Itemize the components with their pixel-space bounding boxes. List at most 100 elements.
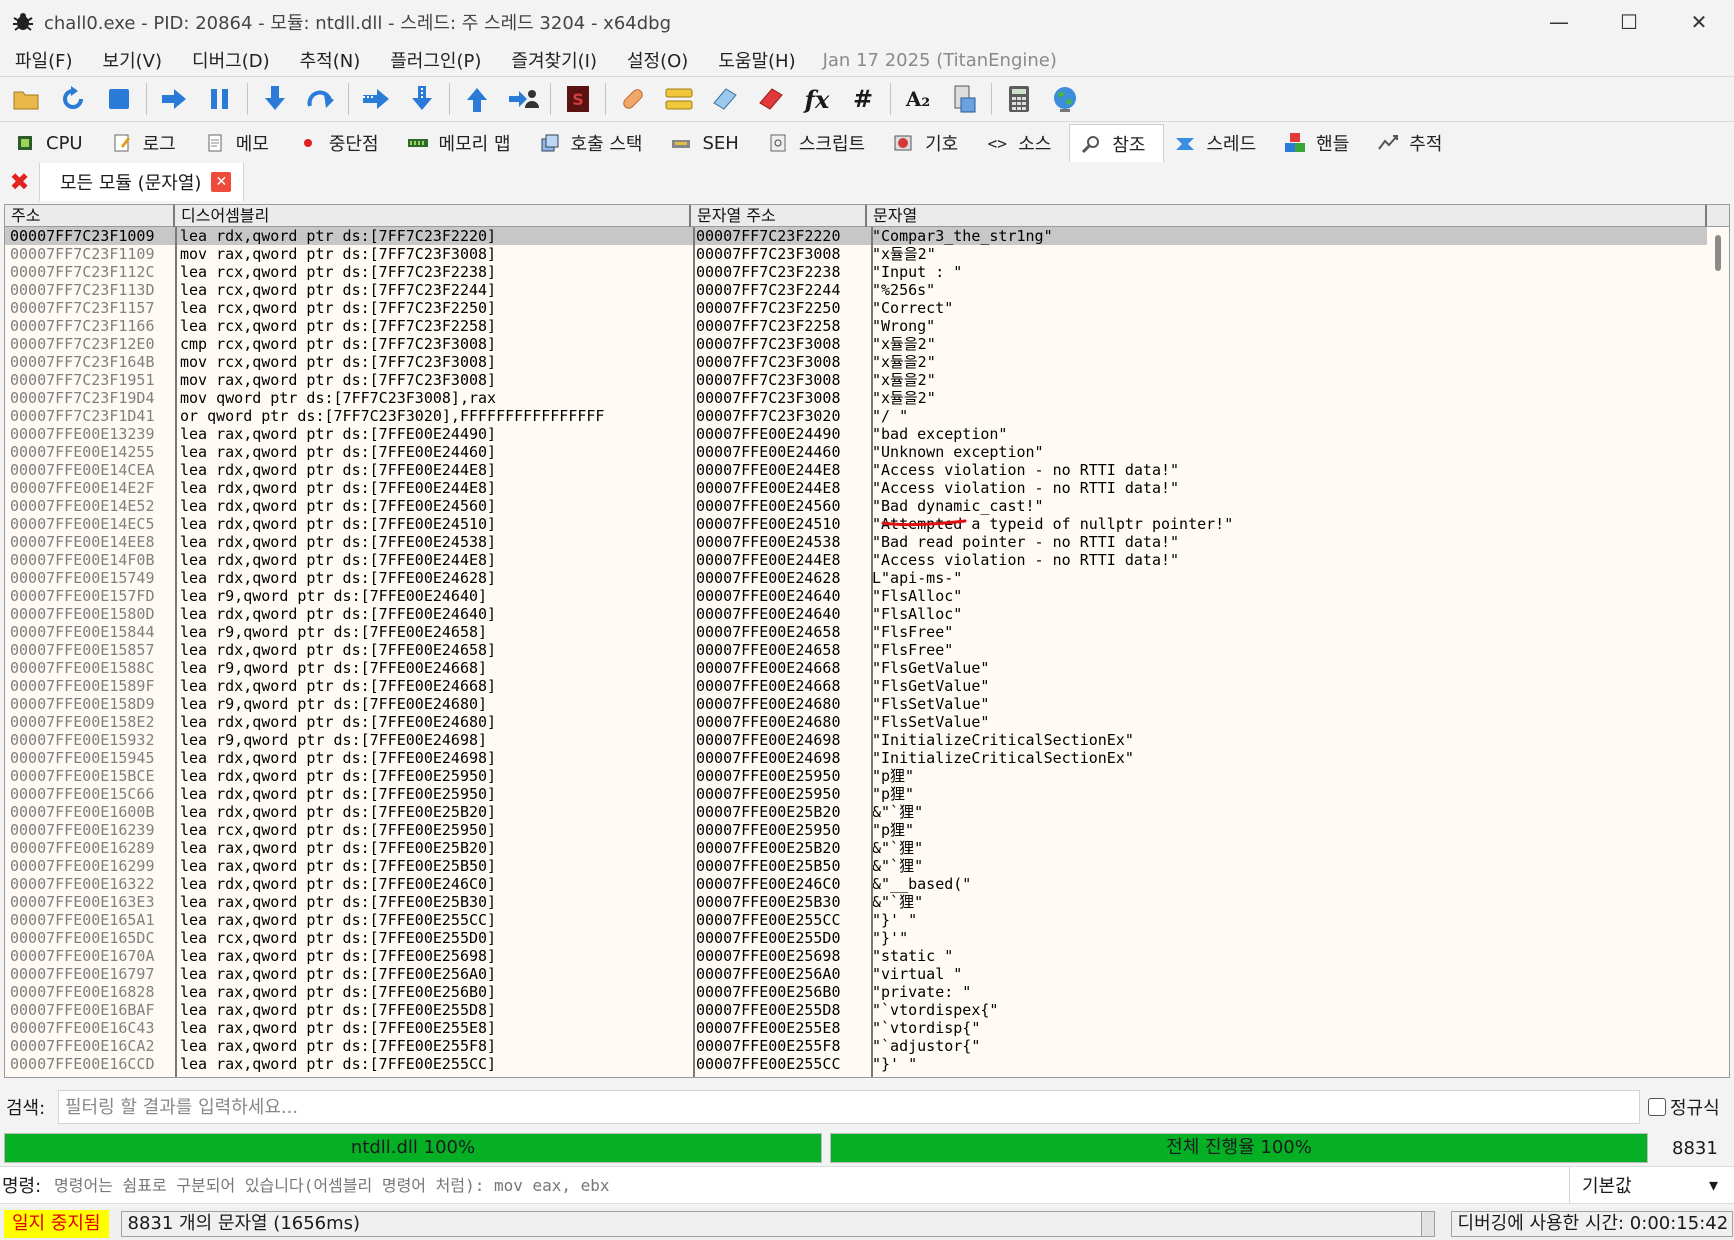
checkbox-box[interactable] xyxy=(1648,1098,1666,1116)
run-to-user-icon[interactable] xyxy=(503,79,543,119)
close-all-icon[interactable]: ✖ xyxy=(0,163,40,201)
table-row[interactable]: 00007FFE00E14EE8 lea rdx,qword ptr ds:[7F… xyxy=(5,533,1729,551)
tab-notes[interactable]: 메모 xyxy=(194,124,287,162)
table-row[interactable]: 00007FFE00E14E52 lea rdx,qword ptr ds:[7F… xyxy=(5,497,1729,515)
open-icon[interactable] xyxy=(7,79,47,119)
table-row[interactable]: 00007FF7C23F1166 lea rcx,qword ptr ds:[7F… xyxy=(5,317,1729,335)
column-header-disassembly[interactable]: 디스어셈블리 xyxy=(175,205,691,227)
menu-trace[interactable]: 추적(N) xyxy=(285,47,376,73)
tab-cpu[interactable]: CPU xyxy=(4,124,101,162)
function-icon[interactable]: fx xyxy=(797,79,837,119)
menu-plugins[interactable]: 플러그인(P) xyxy=(375,47,496,73)
table-row[interactable]: 00007FFE00E16299 lea rax,qword ptr ds:[7F… xyxy=(5,857,1729,875)
menu-view[interactable]: 보기(V) xyxy=(88,47,177,73)
table-row[interactable]: 00007FFE00E14CEA lea rdx,qword ptr ds:[7F… xyxy=(5,461,1729,479)
tab-call-stack[interactable]: 호출 스택 xyxy=(529,124,661,162)
menu-debug[interactable]: 디버그(D) xyxy=(177,47,285,73)
table-row[interactable]: 00007FFE00E158E2 lea rdx,qword ptr ds:[7F… xyxy=(5,713,1729,731)
comment-icon[interactable] xyxy=(659,79,699,119)
tab-seh[interactable]: SEH xyxy=(660,124,756,162)
table-row[interactable]: 00007FF7C23F1D41 or qword ptr ds:[7FF7C23… xyxy=(5,407,1729,425)
status-splitter[interactable] xyxy=(1420,1211,1435,1237)
vertical-scrollbar[interactable] xyxy=(1707,227,1729,1077)
trace-into-icon[interactable] xyxy=(356,79,396,119)
command-input[interactable] xyxy=(48,1167,1570,1203)
table-row[interactable]: 00007FFE00E165A1 lea rax,qword ptr ds:[7F… xyxy=(5,911,1729,929)
tab-references[interactable]: 참조 xyxy=(1069,124,1165,162)
table-row[interactable]: 00007FF7C23F112C lea rcx,qword ptr ds:[7F… xyxy=(5,263,1729,281)
run-icon[interactable] xyxy=(154,79,194,119)
column-header-string[interactable]: 문자열 xyxy=(867,205,1707,227)
table-row[interactable]: 00007FFE00E15945 lea rdx,qword ptr ds:[7F… xyxy=(5,749,1729,767)
minimize-button[interactable]: — xyxy=(1524,0,1594,44)
table-row[interactable]: 00007FFE00E15C66 lea rdx,qword ptr ds:[7F… xyxy=(5,785,1729,803)
module-icon[interactable] xyxy=(944,79,984,119)
table-row[interactable]: 00007FF7C23F1109 mov rax,qword ptr ds:[7F… xyxy=(5,245,1729,263)
table-row[interactable]: 00007FFE00E14EC5 lea rdx,qword ptr ds:[7F… xyxy=(5,515,1729,533)
trace-over-icon[interactable] xyxy=(402,79,442,119)
calculator-icon[interactable] xyxy=(999,79,1039,119)
table-row[interactable]: 00007FFE00E16CA2 lea rax,qword ptr ds:[7F… xyxy=(5,1037,1729,1055)
tab-breakpoints[interactable]: 중단점 xyxy=(287,124,397,162)
tab-threads[interactable]: 스레드 xyxy=(1164,124,1274,162)
table-row[interactable]: 00007FF7C23F12E0 cmp rcx,qword ptr ds:[7F… xyxy=(5,335,1729,353)
column-header-address[interactable]: 주소 xyxy=(5,205,175,227)
menu-options[interactable]: 설정(O) xyxy=(612,47,703,73)
tab-trace[interactable]: 추적 xyxy=(1367,124,1460,162)
table-row[interactable]: 00007FFE00E163E3 lea rax,qword ptr ds:[7F… xyxy=(5,893,1729,911)
font-icon[interactable]: A₂ xyxy=(898,79,938,119)
table-row[interactable]: 00007FF7C23F113D lea rcx,qword ptr ds:[7F… xyxy=(5,281,1729,299)
tab-memory-map[interactable]: 메모리 맵 xyxy=(397,124,529,162)
regex-checkbox[interactable]: 정규식 xyxy=(1648,1094,1720,1120)
patch-icon[interactable] xyxy=(613,79,653,119)
table-row[interactable]: 00007FFE00E1600B lea rdx,qword ptr ds:[7F… xyxy=(5,803,1729,821)
table-row[interactable]: 00007FFE00E16239 lea rcx,qword ptr ds:[7F… xyxy=(5,821,1729,839)
execute-till-return-icon[interactable] xyxy=(457,79,497,119)
table-row[interactable]: 00007FFE00E16797 lea rax,qword ptr ds:[7F… xyxy=(5,965,1729,983)
tab-script[interactable]: 스크립트 xyxy=(757,124,883,162)
table-row[interactable]: 00007FFE00E16828 lea rax,qword ptr ds:[7F… xyxy=(5,983,1729,1001)
subtab-all-modules-strings[interactable]: 모든 모듈 (문자열) ✕ xyxy=(40,163,245,201)
hash-icon[interactable]: # xyxy=(843,79,883,119)
label-icon[interactable] xyxy=(705,79,745,119)
maximize-button[interactable]: ☐ xyxy=(1594,0,1664,44)
menu-file[interactable]: 파일(F) xyxy=(0,47,88,73)
table-row[interactable]: 00007FFE00E15857 lea rdx,qword ptr ds:[7F… xyxy=(5,641,1729,659)
step-over-icon[interactable] xyxy=(301,79,341,119)
command-mode-select[interactable]: 기본값 ▾ xyxy=(1570,1172,1730,1198)
globe-icon[interactable] xyxy=(1045,79,1085,119)
table-row[interactable]: 00007FFE00E157FD lea r9,qword ptr ds:[7FF… xyxy=(5,587,1729,605)
restart-icon[interactable] xyxy=(53,79,93,119)
menu-help[interactable]: 도움말(H) xyxy=(703,47,810,73)
table-row[interactable]: 00007FF7C23F164B mov rcx,qword ptr ds:[7F… xyxy=(5,353,1729,371)
table-row[interactable]: 00007FFE00E1589F lea rdx,qword ptr ds:[7F… xyxy=(5,677,1729,695)
column-header-string-address[interactable]: 문자열 주소 xyxy=(691,205,867,227)
table-row[interactable]: 00007FF7C23F19D4 mov qword ptr ds:[7FF7C2… xyxy=(5,389,1729,407)
stop-icon[interactable] xyxy=(99,79,139,119)
table-row[interactable]: 00007FFE00E13239 lea rax,qword ptr ds:[7F… xyxy=(5,425,1729,443)
table-row[interactable]: 00007FFE00E15749 lea rdx,qword ptr ds:[7F… xyxy=(5,569,1729,587)
table-row[interactable]: 00007FFE00E15BCE lea rdx,qword ptr ds:[7F… xyxy=(5,767,1729,785)
table-row[interactable]: 00007FFE00E165DC lea rcx,qword ptr ds:[7F… xyxy=(5,929,1729,947)
table-row[interactable]: 00007FF7C23F1009 lea rdx,qword ptr ds:[7F… xyxy=(5,227,1729,245)
scylla-icon[interactable]: S xyxy=(558,79,598,119)
table-row[interactable]: 00007FFE00E15932 lea r9,qword ptr ds:[7FF… xyxy=(5,731,1729,749)
table-row[interactable]: 00007FFE00E16CCD lea rax,qword ptr ds:[7F… xyxy=(5,1055,1729,1073)
tab-symbols[interactable]: 기호 xyxy=(883,124,976,162)
table-row[interactable]: 00007FFE00E16BAF lea rax,qword ptr ds:[7F… xyxy=(5,1001,1729,1019)
close-button[interactable]: ✕ xyxy=(1664,0,1734,44)
table-row[interactable]: 00007FFE00E14F0B lea rdx,qword ptr ds:[7F… xyxy=(5,551,1729,569)
table-row[interactable]: 00007FFE00E15844 lea r9,qword ptr ds:[7FF… xyxy=(5,623,1729,641)
table-row[interactable]: 00007FFE00E1580D lea rdx,qword ptr ds:[7F… xyxy=(5,605,1729,623)
scrollbar-thumb[interactable] xyxy=(1715,235,1721,271)
pause-icon[interactable] xyxy=(200,79,240,119)
table-row[interactable]: 00007FFE00E1670A lea rax,qword ptr ds:[7F… xyxy=(5,947,1729,965)
tab-log[interactable]: 로그 xyxy=(101,124,194,162)
tab-handles[interactable]: 핸들 xyxy=(1274,124,1367,162)
table-row[interactable]: 00007FFE00E16C43 lea rax,qword ptr ds:[7F… xyxy=(5,1019,1729,1037)
table-row[interactable]: 00007FF7C23F1157 lea rcx,qword ptr ds:[7F… xyxy=(5,299,1729,317)
table-row[interactable]: 00007FFE00E158D9 lea r9,qword ptr ds:[7FF… xyxy=(5,695,1729,713)
close-tab-icon[interactable]: ✕ xyxy=(211,172,232,192)
table-row[interactable]: 00007FFE00E16322 lea rdx,qword ptr ds:[7F… xyxy=(5,875,1729,893)
search-input[interactable] xyxy=(58,1090,1640,1124)
